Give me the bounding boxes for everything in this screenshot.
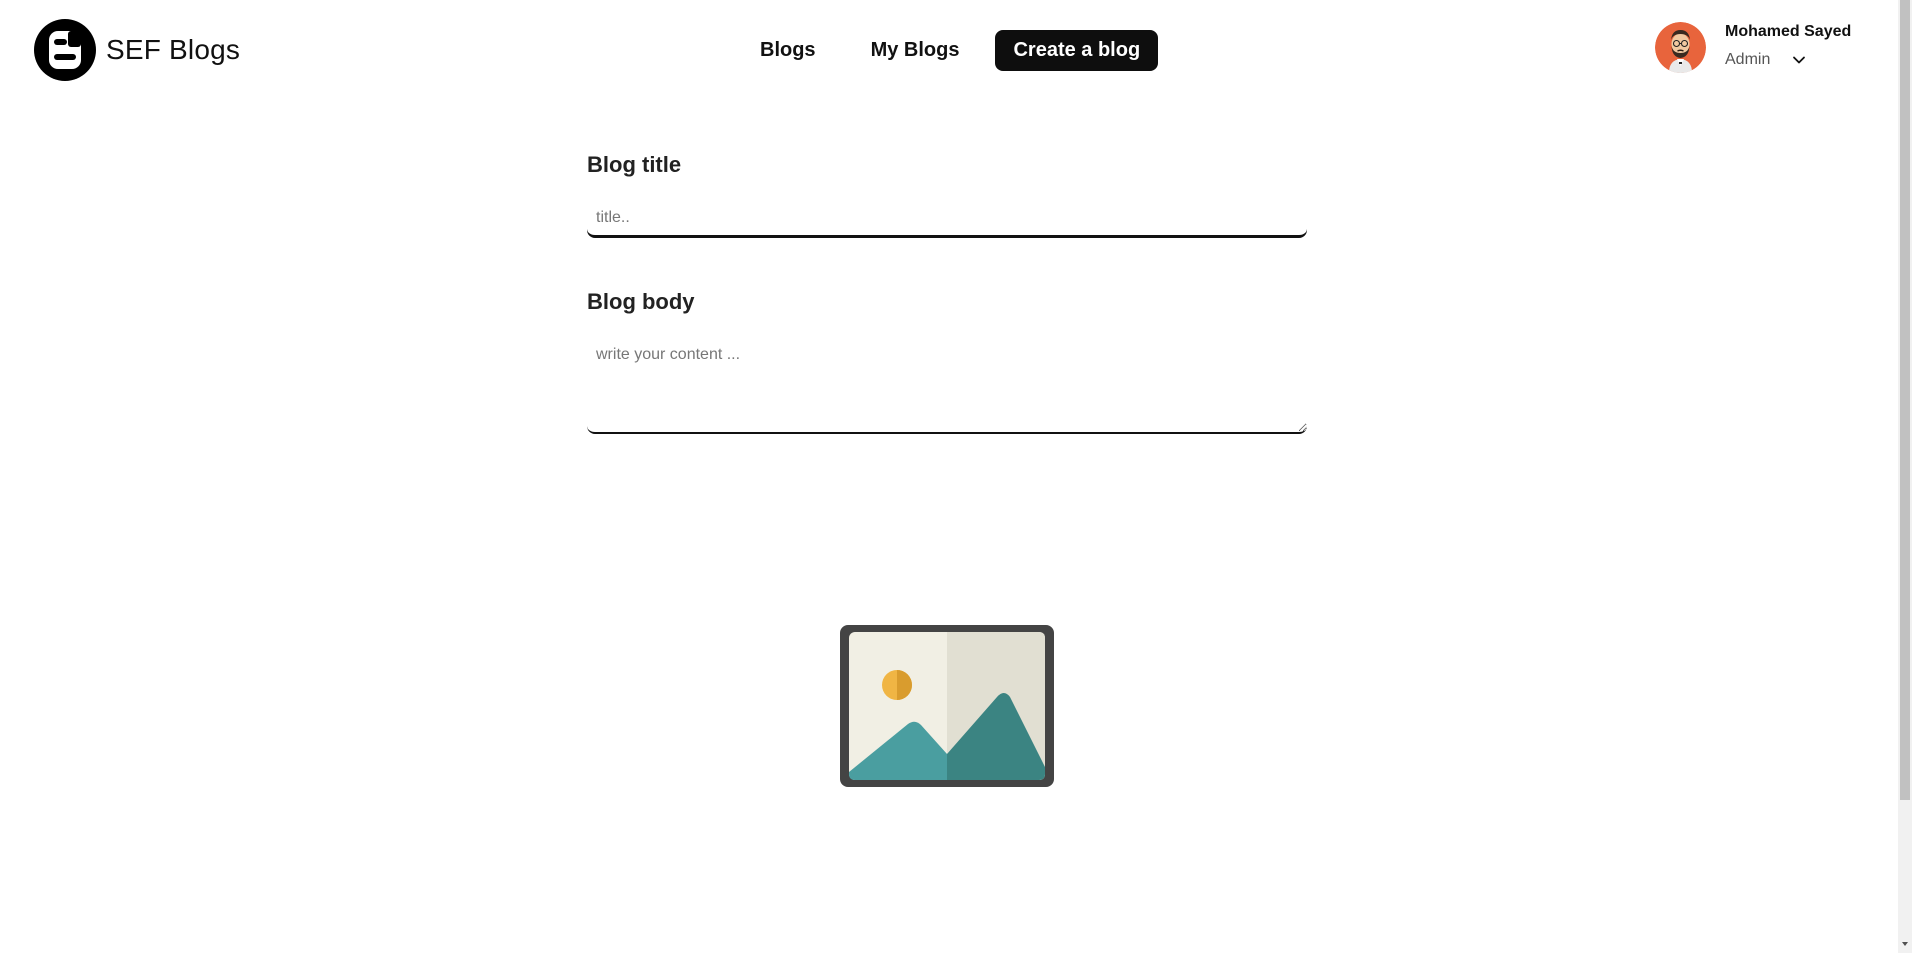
user-role: Admin [1725, 51, 1771, 68]
blog-body-label: Blog body [587, 289, 695, 314]
create-blog-form: Blog title Blog body [587, 152, 1307, 434]
user-name: Mohamed Sayed [1725, 23, 1852, 40]
brand-name: SEF Blogs [106, 34, 241, 65]
top-header: SEF Blogs Blogs My Blogs Create a blog M… [0, 0, 1898, 100]
blogger-logo-icon [34, 19, 96, 81]
chevron-down-icon[interactable] [1792, 53, 1806, 67]
blog-title-input[interactable] [587, 201, 1307, 237]
nav-link-blogs[interactable]: Blogs [740, 29, 836, 72]
user-avatar-image [1655, 22, 1706, 73]
blog-title-label: Blog title [587, 152, 682, 177]
image-upload[interactable] [840, 625, 1054, 787]
create-blog-button[interactable]: Create a blog [995, 30, 1159, 71]
brand[interactable]: SEF Blogs [34, 19, 240, 81]
user-menu[interactable]: Mohamed Sayed Admin [1655, 22, 1851, 73]
page: SEF Blogs Blogs My Blogs Create a blog M… [0, 0, 1912, 953]
main-nav: Blogs My Blogs Create a blog [740, 29, 1159, 72]
blog-body-textarea[interactable] [587, 338, 1307, 434]
user-meta: Mohamed Sayed Admin [1725, 22, 1851, 69]
nav-link-my-blogs[interactable]: My Blogs [851, 29, 980, 72]
user-role-row: Admin [1725, 51, 1851, 69]
image-placeholder-icon [840, 625, 1054, 787]
page-scrollbar[interactable] [1898, 0, 1912, 953]
scroll-down-icon[interactable] [1901, 940, 1909, 948]
avatar[interactable] [1655, 22, 1706, 73]
scroll-thumb[interactable] [1900, 0, 1910, 800]
